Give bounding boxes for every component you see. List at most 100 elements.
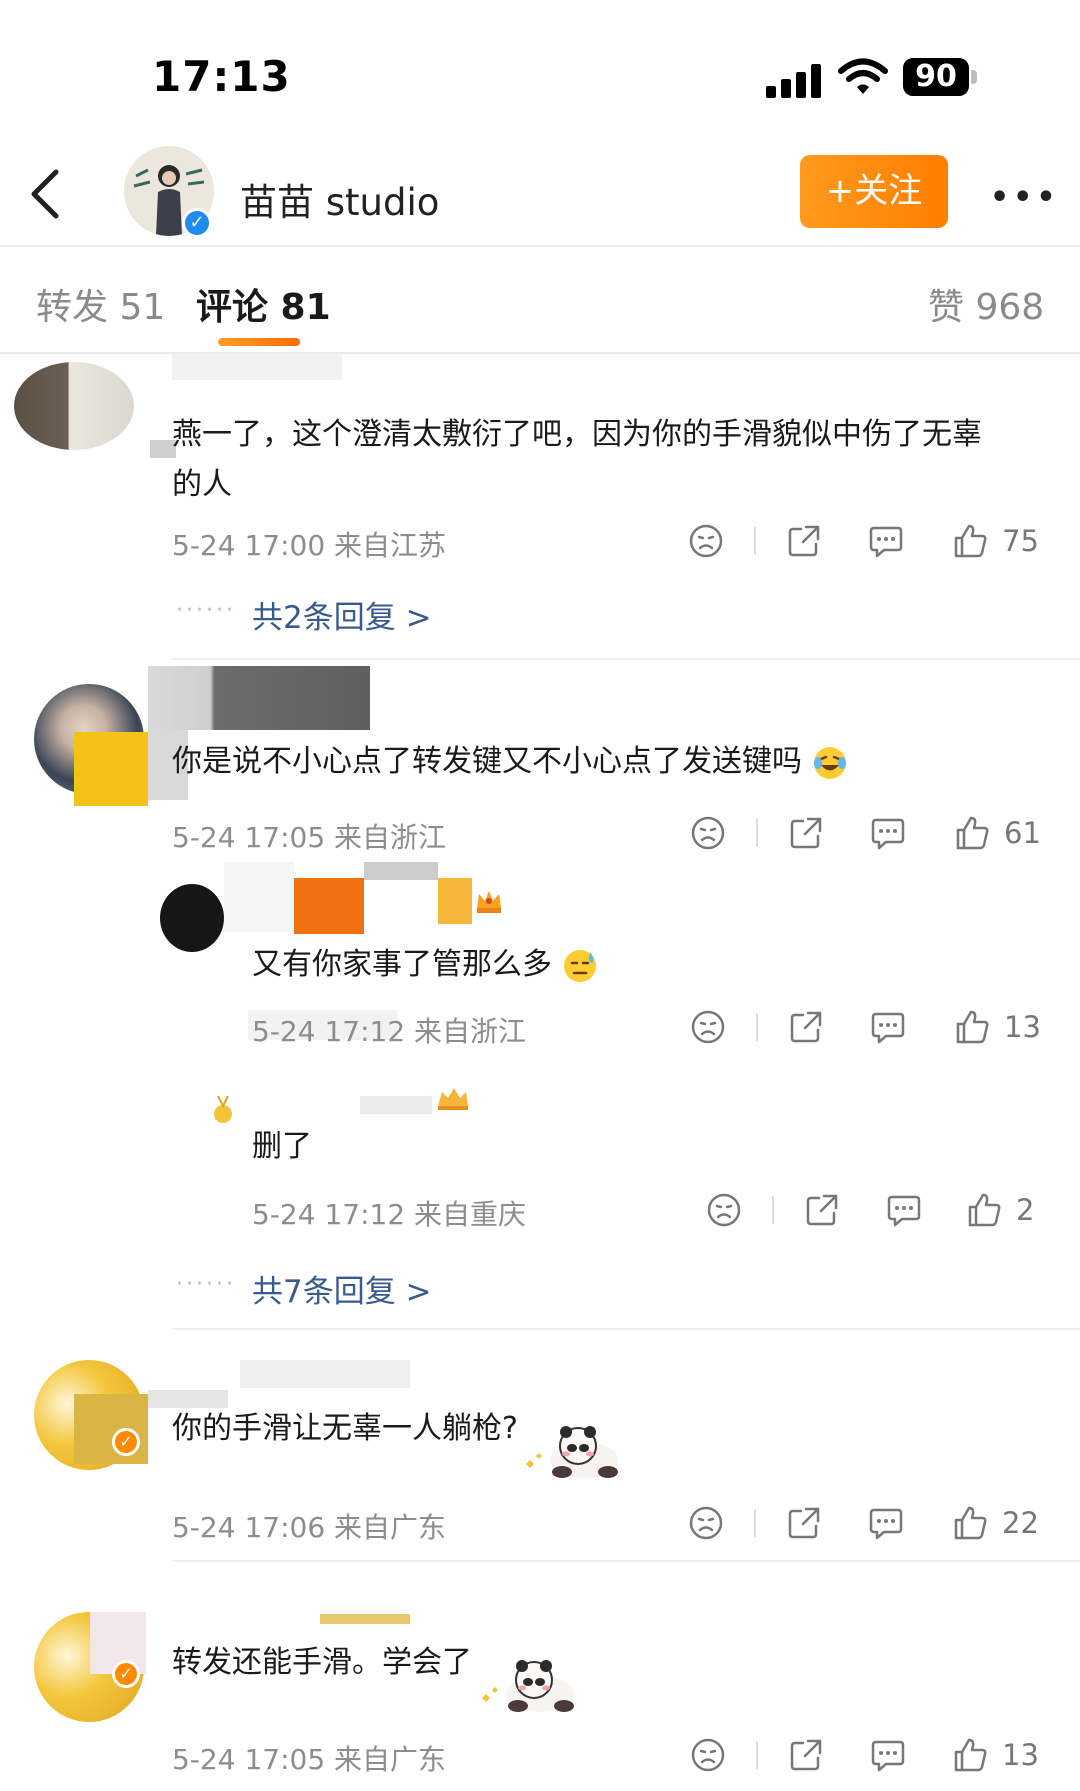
view-replies-link[interactable]: 共2条回复 > (252, 592, 432, 637)
comment-divider (172, 1560, 1080, 1562)
reply-icon[interactable] (870, 815, 906, 851)
reply-avatar[interactable] (160, 884, 224, 952)
verified-badge-icon: ✓ (112, 1660, 140, 1688)
comment-text-line: 你是说不小心点了转发键又不小心点了发送键吗 (172, 744, 802, 779)
divider (772, 1196, 774, 1224)
redaction-patch (74, 732, 148, 806)
reply-meta: 5-24 17:12 来自重庆 (252, 1198, 527, 1231)
reply-actions: 2 (706, 1190, 1034, 1230)
reply-text-line: 又有你家事了管那么多 (252, 947, 552, 982)
dislike-icon[interactable] (688, 523, 724, 559)
tab-likes[interactable]: 赞 968 (928, 278, 1044, 330)
crown-badge-icon (432, 1082, 472, 1112)
share-icon[interactable] (786, 1505, 822, 1541)
reply-icon[interactable] (868, 1505, 904, 1541)
share-icon[interactable] (788, 1737, 824, 1773)
reply-icon[interactable] (886, 1192, 922, 1228)
comment-text-line: 的人 (172, 467, 232, 502)
comment-text: 转发还能手滑。学会了 (172, 1638, 1052, 1688)
panda-sticker (520, 1420, 628, 1480)
share-icon[interactable] (788, 1009, 824, 1045)
crown-badge-icon (474, 886, 504, 916)
divider (756, 819, 758, 847)
dislike-icon[interactable] (690, 1737, 726, 1773)
comment-actions: 61 (690, 813, 1041, 853)
battery-level: 90 (903, 58, 969, 96)
active-tab-indicator (218, 338, 300, 346)
reply-icon[interactable] (870, 1009, 906, 1045)
back-icon[interactable] (28, 168, 62, 220)
comment-text-line: 转发还能手滑。学会了 (172, 1645, 472, 1680)
status-time: 17:13 (152, 52, 291, 101)
verified-badge-icon: ✓ (112, 1428, 140, 1456)
username-redacted[interactable] (240, 1360, 410, 1388)
account-name[interactable]: 苗苗 studio (240, 172, 439, 226)
username-redacted[interactable] (148, 666, 370, 730)
like-count: 2 (1016, 1193, 1035, 1227)
reply-icon[interactable] (870, 1737, 906, 1773)
like-icon[interactable]: 2 (966, 1192, 1034, 1228)
comment-divider (172, 1328, 1080, 1330)
dislike-icon[interactable] (688, 1505, 724, 1541)
comment-text-line: 你的手滑让无辜一人躺枪? (172, 1411, 518, 1446)
username-redacted[interactable] (294, 878, 364, 934)
like-count: 13 (1004, 1010, 1041, 1044)
reply-avatar-partial[interactable] (212, 1094, 234, 1126)
like-icon[interactable]: 13 (954, 1009, 1041, 1045)
like-count: 75 (1002, 524, 1039, 558)
wifi-icon (838, 58, 888, 96)
replies-ellipsis: ······ (176, 598, 236, 623)
tabs-divider (0, 352, 1080, 354)
like-count: 61 (1004, 816, 1041, 850)
tab-comments[interactable]: 评论 81 (196, 278, 331, 330)
comment-actions: 22 (688, 1503, 1039, 1543)
cellular-signal-icon (766, 64, 822, 98)
reply-icon[interactable] (868, 523, 904, 559)
like-icon[interactable]: 61 (954, 815, 1041, 851)
sweat-emoji (562, 948, 598, 984)
more-options-icon[interactable]: ••• (990, 180, 1060, 215)
comment-text: 燕一了，这个澄清太敷衍了吧，因为你的手滑貌似中伤了无辜 的人 (172, 410, 1052, 510)
share-icon[interactable] (788, 815, 824, 851)
dislike-icon[interactable] (690, 1009, 726, 1045)
username-redacted[interactable] (320, 1614, 410, 1624)
laughing-tears-emoji (812, 745, 848, 781)
share-icon[interactable] (804, 1192, 840, 1228)
like-icon[interactable]: 22 (952, 1505, 1039, 1541)
dislike-icon[interactable] (706, 1192, 742, 1228)
like-count: 13 (1002, 1738, 1039, 1772)
comment-divider (172, 658, 1080, 660)
replies-ellipsis: ······ (176, 1272, 236, 1297)
battery-icon: 90 (903, 58, 977, 98)
view-replies-link[interactable]: 共7条回复 > (252, 1266, 432, 1311)
comment-meta: 5-24 17:05 来自广东 (172, 1743, 447, 1776)
redaction-patch (364, 862, 438, 880)
redaction-patch (74, 1394, 148, 1464)
reply-meta: 5-24 17:12 来自浙江 (252, 1015, 527, 1048)
follow-button[interactable]: +关注 (800, 155, 948, 228)
comment-text-line: 燕一了，这个澄清太敷衍了吧，因为你的手滑貌似中伤了无辜 (172, 417, 982, 452)
comment-meta: 5-24 17:00 来自江苏 (172, 529, 447, 562)
reply-text: 删了 (252, 1129, 312, 1164)
divider (754, 1509, 756, 1537)
reply-text: 又有你家事了管那么多 (252, 940, 1080, 990)
divider (756, 1741, 758, 1769)
like-icon[interactable]: 13 (952, 1737, 1039, 1773)
avatar[interactable] (14, 362, 134, 450)
dislike-icon[interactable] (690, 815, 726, 851)
tab-forward[interactable]: 转发 51 (36, 278, 165, 330)
verified-badge-icon: ✓ (182, 208, 212, 238)
comment-meta: 5-24 17:06 来自广东 (172, 1511, 447, 1544)
comment-actions: 75 (688, 521, 1039, 561)
panda-sticker (476, 1654, 584, 1714)
username-redacted[interactable] (360, 1096, 432, 1114)
comment-meta: 5-24 17:05 来自浙江 (172, 821, 447, 854)
username-redacted[interactable] (172, 352, 342, 380)
divider (756, 1013, 758, 1041)
comment-text: 你是说不小心点了转发键又不小心点了发送键吗 (172, 737, 1052, 787)
reply-actions: 13 (690, 1007, 1041, 1047)
like-icon[interactable]: 75 (952, 523, 1039, 559)
share-icon[interactable] (786, 523, 822, 559)
header-divider (0, 245, 1080, 247)
redaction-patch (224, 862, 294, 932)
